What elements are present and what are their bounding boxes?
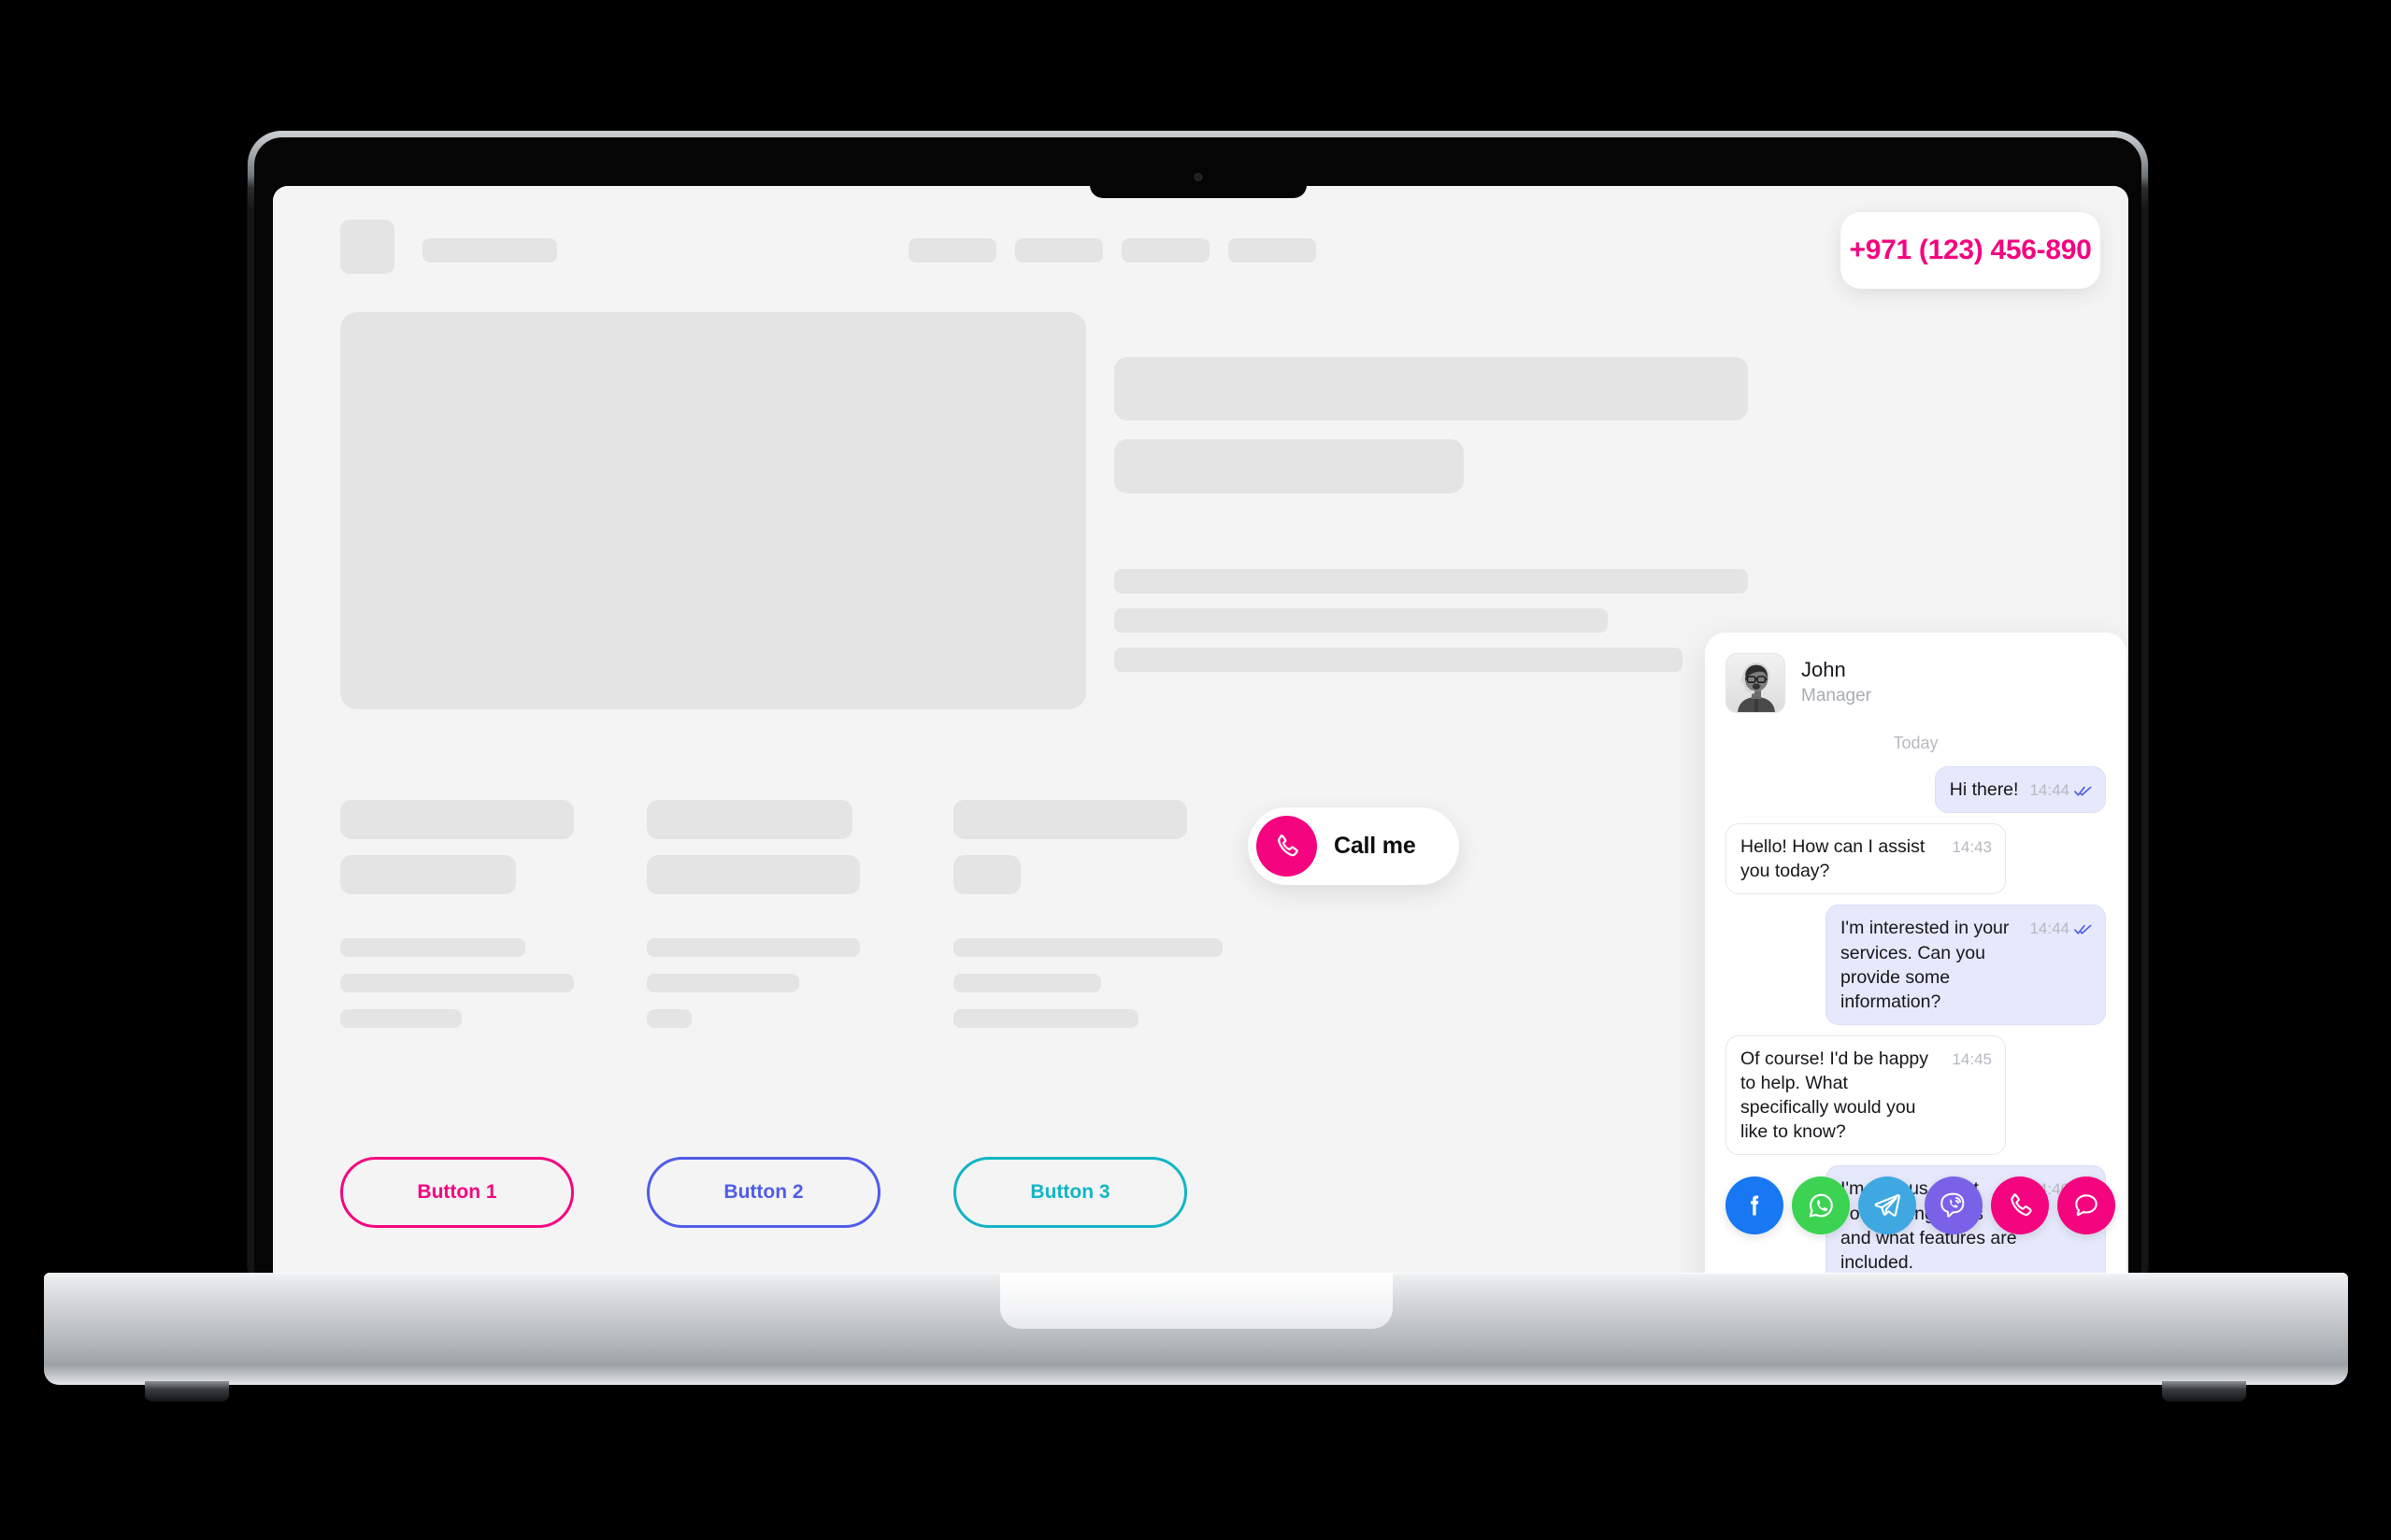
laptop-base — [44, 1273, 2348, 1385]
chat-message-row: Hello! How can I assist you today? 14:43 — [1725, 823, 2106, 895]
laptop-base-notch — [999, 1273, 1393, 1329]
telegram-button[interactable] — [1858, 1176, 1916, 1234]
nav-links — [909, 238, 1316, 263]
hero-image-placeholder — [340, 312, 1086, 709]
chat-bubble-incoming: Of course! I'd be happy to help. What sp… — [1725, 1034, 2006, 1156]
phone-number-badge[interactable]: +971 (123) 456-890 — [1840, 212, 2100, 289]
facebook-button[interactable] — [1725, 1176, 1783, 1234]
logo-placeholder — [340, 220, 394, 274]
hero-text-line-3 — [1114, 648, 1682, 672]
col3-subheading-placeholder — [953, 855, 1021, 894]
site-header — [340, 216, 2065, 276]
laptop-screen: +971 (123) 456-890 Call me Button 1 Butt… — [273, 186, 2128, 1277]
phone-number-text: +971 (123) 456-890 — [1849, 235, 2092, 265]
laptop-camera — [1194, 173, 1202, 181]
col2-text-line-3 — [647, 1009, 692, 1028]
facebook-icon — [1751, 1195, 1759, 1216]
hero-title-placeholder — [1114, 357, 1748, 421]
call-me-label: Call me — [1334, 833, 1416, 859]
nav-item-placeholder-2[interactable] — [1015, 238, 1103, 263]
laptop-notch — [1089, 144, 1307, 198]
button-1-label: Button 1 — [417, 1181, 497, 1203]
chat-day-divider: Today — [1893, 734, 1939, 752]
laptop-lid: +971 (123) 456-890 Call me Button 1 Butt… — [248, 131, 2148, 1277]
chat-bubble-time: 14:43 — [1952, 838, 1992, 857]
col2-text-line-1 — [647, 938, 860, 957]
logo-wordmark-placeholder — [422, 238, 557, 263]
chat-message-row: Hi there! 14:44 — [1725, 766, 2106, 814]
hero-text-line-1 — [1114, 569, 1748, 593]
chat-header: John Manager — [1725, 653, 2106, 713]
chat-message-row: I'm interested in your services. Can you… — [1725, 905, 2106, 1025]
hero-subtitle-placeholder — [1114, 439, 1464, 493]
col2-text-line-2 — [647, 974, 799, 992]
chat-bubble-time: 14:44 — [2029, 781, 2069, 799]
laptop-foot-right — [2162, 1381, 2246, 1402]
whatsapp-button[interactable] — [1792, 1176, 1850, 1234]
col2-heading-placeholder — [647, 800, 852, 839]
chat-bubble-time: 14:44 — [2029, 920, 2069, 938]
col1-text-line-1 — [340, 938, 525, 957]
agent-name: John — [1801, 658, 1846, 682]
phone-button[interactable] — [1991, 1176, 2049, 1234]
social-buttons-row — [1725, 1176, 2115, 1234]
chat-message-row: Of course! I'd be happy to help. What sp… — [1725, 1034, 2106, 1156]
chat-bubble-text: Hello! How can I assist you today? — [1740, 836, 1926, 882]
button-2-label: Button 2 — [723, 1181, 804, 1203]
double-check-icon — [2074, 924, 2092, 934]
chat-bubble-outgoing: I'm interested in your services. Can you… — [1825, 905, 2106, 1025]
agent-avatar — [1725, 653, 1785, 713]
chat-bubble-button[interactable] — [2057, 1176, 2115, 1234]
nav-item-placeholder-4[interactable] — [1228, 238, 1316, 263]
chat-bubble-text: I'm interested in your services. Can you… — [1840, 918, 2010, 1012]
col3-text-line-3 — [953, 1009, 1138, 1028]
agent-role: Manager — [1801, 685, 1871, 706]
button-3-label: Button 3 — [1030, 1181, 1110, 1203]
viber-icon — [1940, 1192, 1965, 1218]
laptop-mockup: +971 (123) 456-890 Call me Button 1 Butt… — [0, 0, 2391, 1540]
double-check-icon — [2074, 786, 2092, 796]
chat-bubble-outgoing: Hi there! 14:44 — [1934, 766, 2106, 814]
button-1[interactable]: Button 1 — [340, 1157, 574, 1228]
phone-handset-icon — [2011, 1193, 2032, 1216]
phone-handset-icon — [1256, 816, 1317, 877]
col1-text-line-3 — [340, 1009, 462, 1028]
chat-bubble-text: Hi there! — [1949, 779, 2019, 800]
col1-text-line-2 — [340, 974, 574, 992]
laptop-foot-left — [145, 1381, 229, 1402]
button-3[interactable]: Button 3 — [953, 1157, 1187, 1228]
call-me-button[interactable]: Call me — [1248, 807, 1459, 885]
button-2[interactable]: Button 2 — [647, 1157, 881, 1228]
nav-item-placeholder-1[interactable] — [909, 238, 996, 263]
hero-text-line-2 — [1114, 608, 1608, 633]
col3-text-line-1 — [953, 938, 1223, 957]
chat-bubble-text: Of course! I'd be happy to help. What sp… — [1740, 1048, 1929, 1143]
viber-button[interactable] — [1925, 1176, 1983, 1234]
laptop-bezel: +971 (123) 456-890 Call me Button 1 Butt… — [254, 137, 2141, 1277]
telegram-icon — [1874, 1193, 1900, 1217]
col1-subheading-placeholder — [340, 855, 516, 894]
col1-heading-placeholder — [340, 800, 574, 839]
col3-text-line-2 — [953, 974, 1101, 992]
col2-subheading-placeholder — [647, 855, 860, 894]
whatsapp-icon — [1809, 1193, 1833, 1218]
chat-bubble-incoming: Hello! How can I assist you today? 14:43 — [1725, 823, 2006, 895]
col3-heading-placeholder — [953, 800, 1187, 839]
speech-bubble-icon — [2075, 1194, 2097, 1217]
chat-bubble-time: 14:45 — [1952, 1049, 1992, 1068]
website-page: +971 (123) 456-890 Call me Button 1 Butt… — [273, 186, 2128, 1277]
agent-identity: John Manager — [1801, 658, 1871, 707]
nav-item-placeholder-3[interactable] — [1122, 238, 1210, 263]
